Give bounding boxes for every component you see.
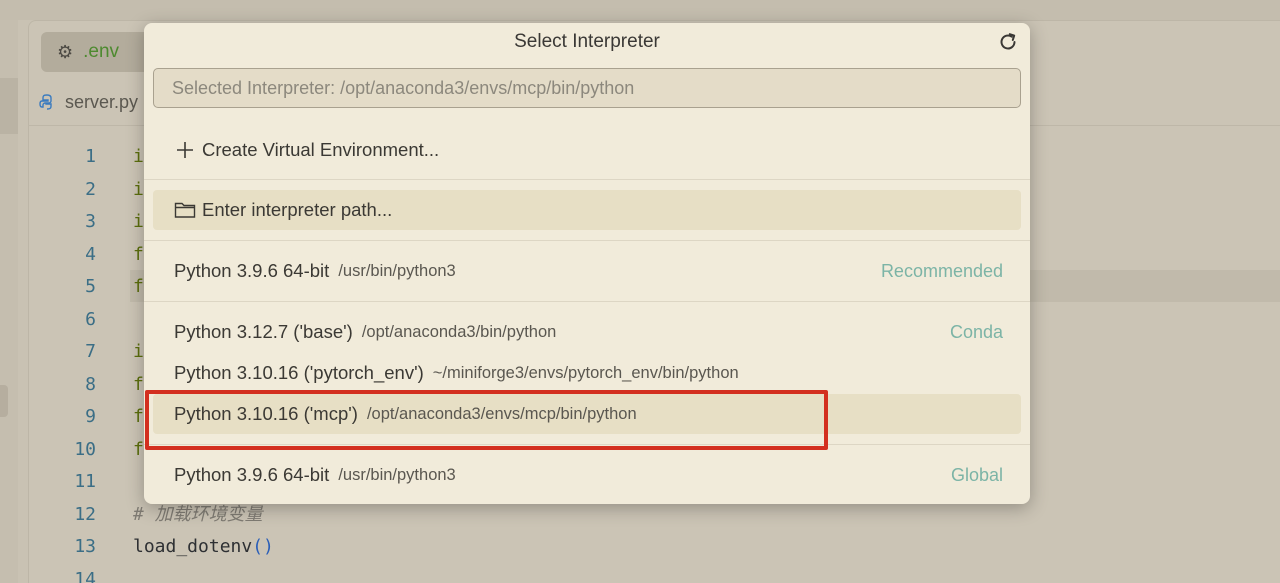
line-number-gutter: 1 2 3 4 5 6 7 8 9 10 11 12 13 14 bbox=[60, 141, 96, 583]
call-parens: () bbox=[252, 536, 274, 557]
interpreter-path: /opt/anaconda3/envs/mcp/bin/python bbox=[366, 404, 637, 423]
separator bbox=[144, 240, 1030, 241]
separator bbox=[144, 301, 1030, 302]
line-number: 12 bbox=[74, 503, 96, 525]
activity-bar bbox=[0, 20, 18, 583]
interpreter-path: ~/miniforge3/envs/pytorch_env/bin/python bbox=[432, 363, 739, 382]
function-call: load_dotenv bbox=[133, 536, 253, 557]
folder-icon bbox=[174, 199, 196, 221]
interpreter-name: Python 3.10.16 ('pytorch_env') bbox=[174, 362, 424, 383]
interpreter-name: Python 3.9.6 64-bit bbox=[174, 464, 330, 485]
plus-icon bbox=[174, 139, 196, 161]
interpreter-path: /usr/bin/python3 bbox=[338, 261, 456, 280]
interpreter-name: Python 3.10.16 ('mcp') bbox=[174, 403, 358, 424]
tab-server-py[interactable]: server.py bbox=[38, 90, 138, 114]
interpreter-search-input[interactable] bbox=[172, 77, 1020, 99]
line-number: 6 bbox=[85, 308, 96, 330]
interpreter-name: Python 3.12.7 ('base') bbox=[174, 321, 353, 342]
dialog-title: Select Interpreter bbox=[514, 31, 660, 52]
line-number: 14 bbox=[74, 568, 96, 583]
line-number: 2 bbox=[85, 178, 96, 200]
interpreter-search-box[interactable] bbox=[153, 68, 1021, 108]
tab-server-py-label: server.py bbox=[65, 91, 139, 112]
create-virtual-environment-label: Create Virtual Environment... bbox=[202, 139, 440, 160]
interpreter-badge: Recommended bbox=[880, 260, 1003, 281]
line-number: 8 bbox=[85, 373, 96, 395]
interpreter-item[interactable]: Python 3.9.6 64-bit /usr/bin/python3 Rec… bbox=[153, 251, 1021, 291]
line-number: 3 bbox=[85, 211, 96, 232]
separator bbox=[144, 179, 1030, 180]
interpreter-item[interactable]: Python 3.12.7 ('base') /opt/anaconda3/bi… bbox=[153, 312, 1021, 352]
python-file-icon bbox=[38, 93, 56, 111]
line-number: 7 bbox=[85, 341, 96, 362]
line-number: 5 bbox=[85, 276, 96, 297]
line-number: 9 bbox=[85, 406, 96, 427]
line-number: 10 bbox=[74, 438, 96, 460]
interpreter-item[interactable]: Python 3.9.6 64-bit /usr/bin/python3 Glo… bbox=[153, 455, 1021, 495]
interpreter-badge: Conda bbox=[949, 321, 1003, 342]
line-number: 1 bbox=[85, 146, 96, 167]
separator bbox=[144, 444, 1030, 445]
select-interpreter-dialog: Select Interpreter Create Virtual Enviro… bbox=[144, 23, 1030, 504]
enter-interpreter-path-item[interactable]: Enter interpreter path... bbox=[153, 190, 1021, 230]
activity-bar-item[interactable] bbox=[0, 78, 18, 134]
interpreter-name: Python 3.9.6 64-bit bbox=[174, 260, 330, 281]
window-top-strip bbox=[0, 0, 1280, 20]
line-number: 11 bbox=[74, 471, 96, 492]
interpreter-path: /usr/bin/python3 bbox=[338, 465, 456, 484]
gear-icon: ⚙ bbox=[57, 42, 74, 62]
interpreter-path: /opt/anaconda3/bin/python bbox=[361, 322, 557, 341]
line-number: 13 bbox=[74, 536, 96, 557]
code-line: load_dotenv() bbox=[133, 531, 274, 564]
line-number: 4 bbox=[85, 243, 96, 265]
enter-interpreter-path-label: Enter interpreter path... bbox=[202, 199, 393, 220]
tab-env[interactable]: ⚙ .env bbox=[41, 32, 153, 72]
interpreter-item[interactable]: Python 3.10.16 ('pytorch_env') ~/minifor… bbox=[153, 353, 1021, 393]
create-virtual-environment-item[interactable]: Create Virtual Environment... bbox=[153, 130, 1021, 170]
interpreter-item-selected[interactable]: Python 3.10.16 ('mcp') /opt/anaconda3/en… bbox=[153, 394, 1021, 434]
refresh-icon[interactable] bbox=[997, 31, 1019, 53]
interpreter-badge: Global bbox=[950, 464, 1003, 485]
tab-env-label: .env bbox=[83, 41, 120, 62]
activity-bar-handle[interactable] bbox=[0, 385, 8, 417]
